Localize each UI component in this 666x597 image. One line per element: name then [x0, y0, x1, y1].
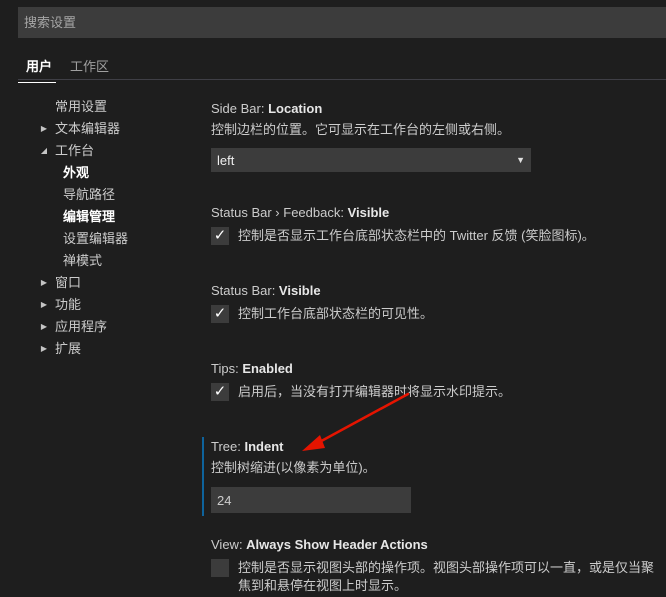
- toc-label: 禅模式: [63, 253, 103, 268]
- select-value: left: [217, 152, 235, 168]
- setting-category: Side Bar:: [211, 101, 269, 116]
- setting-key: Always Show Header Actions: [246, 537, 428, 552]
- tabs-divider: [18, 79, 666, 80]
- toc-twisty: [38, 96, 50, 118]
- setting-sidebar-location: Side Bar: Location 控制边栏的位置。它可显示在工作台的左侧或右…: [211, 100, 666, 172]
- sidebar-location-select[interactable]: left ▼: [211, 148, 531, 172]
- toc-item-extensions[interactable]: ▶ 扩展: [38, 338, 188, 360]
- toc-label: 文本编辑器: [55, 121, 121, 136]
- check-row: 控制是否显示视图头部的操作项。视图头部操作项可以一直，或是仅当聚焦到和悬停在视图…: [211, 559, 666, 595]
- toc-item-breadcrumbs[interactable]: 导航路径: [38, 184, 188, 206]
- setting-category: View:: [211, 537, 247, 552]
- setting-key: Visible: [278, 283, 321, 298]
- toc-label: 编辑管理: [63, 209, 116, 224]
- setting-key: Location: [268, 101, 323, 116]
- setting-title: Tips: Enabled: [211, 360, 666, 378]
- setting-category: Status Bar › Feedback:: [211, 205, 348, 220]
- toc-item-application[interactable]: ▶ 应用程序: [38, 316, 188, 338]
- setting-description: 控制边栏的位置。它可显示在工作台的左侧或右侧。: [211, 122, 511, 137]
- chevron-right-icon[interactable]: ▶: [38, 118, 50, 140]
- search-box[interactable]: [18, 7, 666, 38]
- toc-item-workbench[interactable]: ◢ 工作台: [38, 140, 188, 162]
- setting-category: Tips:: [211, 361, 243, 376]
- chevron-down-icon[interactable]: ◢: [38, 140, 50, 162]
- setting-key: Indent: [244, 439, 284, 454]
- check-icon: ✓: [213, 305, 227, 322]
- setting-title: Tree: Indent: [211, 438, 666, 456]
- check-row: ✓ 控制工作台底部状态栏的可见性。: [211, 305, 666, 323]
- chevron-right-icon[interactable]: ▶: [38, 272, 50, 294]
- setting-title: Status Bar: Visible: [211, 282, 666, 300]
- setting-title: Side Bar: Location: [211, 100, 666, 118]
- setting-category: Tree:: [211, 439, 245, 454]
- toc-item-window[interactable]: ▶ 窗口: [38, 272, 188, 294]
- toc-label: 工作台: [55, 143, 95, 158]
- toc-label: 窗口: [55, 275, 82, 290]
- check-icon: ✓: [213, 383, 227, 400]
- tips-enabled-checkbox[interactable]: ✓: [211, 383, 229, 401]
- toc-label: 功能: [55, 297, 82, 312]
- toc-item-appearance[interactable]: 外观: [38, 162, 188, 184]
- check-row: ✓ 控制是否显示工作台底部状态栏中的 Twitter 反馈 (笑脸图标)。: [211, 227, 666, 245]
- setting-title: View: Always Show Header Actions: [211, 536, 666, 554]
- toc-label: 导航路径: [63, 187, 116, 202]
- check-row: ✓ 启用后，当没有打开编辑器时将显示水印提示。: [211, 383, 666, 401]
- setting-description: 控制树缩进(以像素为单位)。: [211, 460, 376, 475]
- chevron-down-icon: ▼: [516, 155, 525, 165]
- setting-description: 控制工作台底部状态栏的可见性。: [238, 306, 434, 321]
- setting-description: 控制是否显示工作台底部状态栏中的 Twitter 反馈 (笑脸图标)。: [238, 228, 595, 243]
- focused-setting-indicator: [202, 437, 204, 516]
- toc-label: 常用设置: [55, 99, 108, 114]
- toc-label: 应用程序: [55, 319, 108, 334]
- setting-description: 启用后，当没有打开编辑器时将显示水印提示。: [238, 384, 512, 399]
- setting-tips-enabled: Tips: Enabled ✓ 启用后，当没有打开编辑器时将显示水印提示。: [211, 360, 666, 401]
- statusbar-visible-checkbox[interactable]: ✓: [211, 305, 229, 323]
- setting-header-actions: View: Always Show Header Actions 控制是否显示视…: [211, 536, 666, 595]
- toc-item-text-editor[interactable]: ▶ 文本编辑器: [38, 118, 188, 140]
- setting-statusbar-feedback: Status Bar › Feedback: Visible ✓ 控制是否显示工…: [211, 204, 666, 245]
- chevron-right-icon[interactable]: ▶: [38, 338, 50, 360]
- setting-title: Status Bar › Feedback: Visible: [211, 204, 666, 222]
- chevron-right-icon[interactable]: ▶: [38, 294, 50, 316]
- toc-item-features[interactable]: ▶ 功能: [38, 294, 188, 316]
- tree-indent-input[interactable]: [211, 487, 411, 513]
- toc-item-settings-editor[interactable]: 设置编辑器: [38, 228, 188, 250]
- toc-item-editor-management[interactable]: 编辑管理: [38, 206, 188, 228]
- check-icon: ✓: [213, 227, 227, 244]
- toc-item-common[interactable]: 常用设置: [38, 96, 188, 118]
- header-actions-checkbox[interactable]: [211, 559, 229, 577]
- toc-label: 设置编辑器: [63, 231, 129, 246]
- toc-label: 外观: [63, 165, 90, 180]
- settings-toc: 常用设置 ▶ 文本编辑器 ◢ 工作台 外观 导航路径 编辑管理 设置编辑器 禅模…: [38, 96, 188, 360]
- toc-item-zen-mode[interactable]: 禅模式: [38, 250, 188, 272]
- toc-label: 扩展: [55, 341, 82, 356]
- setting-category: Status Bar:: [211, 283, 279, 298]
- setting-key: Enabled: [242, 361, 293, 376]
- setting-statusbar-visible: Status Bar: Visible ✓ 控制工作台底部状态栏的可见性。: [211, 282, 666, 323]
- chevron-right-icon[interactable]: ▶: [38, 316, 50, 338]
- search-input[interactable]: [24, 7, 666, 38]
- setting-key: Visible: [347, 205, 390, 220]
- statusbar-feedback-checkbox[interactable]: ✓: [211, 227, 229, 245]
- setting-description: 控制是否显示视图头部的操作项。视图头部操作项可以一直，或是仅当聚焦到和悬停在视图…: [238, 560, 655, 593]
- setting-tree-indent: Tree: Indent 控制树缩进(以像素为单位)。: [211, 438, 666, 513]
